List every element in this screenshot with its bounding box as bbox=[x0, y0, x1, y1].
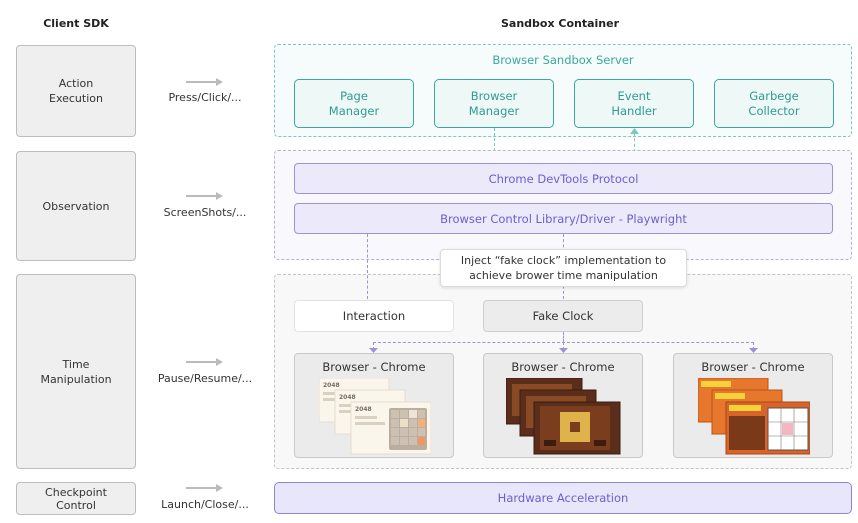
svg-text:2048: 2048 bbox=[355, 406, 372, 413]
game-2048-screenshots-image: 2048 2048 2048 bbox=[319, 378, 431, 455]
pause-resume-label: Pause/Resume/... bbox=[157, 372, 253, 385]
dungeon-game-screenshots-image bbox=[506, 378, 621, 455]
press-click-label: Press/Click/... bbox=[168, 91, 242, 104]
client-sdk-heading: Client SDK bbox=[43, 17, 109, 30]
screenshots-label: ScreenShots/... bbox=[163, 206, 247, 219]
observation-box: Observation bbox=[16, 151, 136, 261]
connector-line bbox=[367, 234, 368, 299]
svg-text:2048: 2048 bbox=[339, 394, 356, 401]
event-handler-box: Event Handler bbox=[574, 79, 694, 128]
browser-manager-box: Browser Manager bbox=[434, 79, 554, 128]
fake-clock-box: Fake Clock bbox=[483, 300, 643, 332]
browser-title: Browser - Chrome bbox=[511, 360, 615, 374]
connector-line bbox=[563, 332, 564, 342]
garbage-collector-box: Garbege Collector bbox=[714, 79, 834, 128]
browser-title: Browser - Chrome bbox=[701, 360, 805, 374]
time-manipulation-box: Time Manipulation bbox=[16, 274, 136, 469]
arrow-right-icon bbox=[186, 358, 223, 366]
arrow-right-icon bbox=[186, 192, 223, 200]
sudoku-game-screenshots-image bbox=[698, 378, 810, 455]
arrow-right-icon bbox=[186, 78, 223, 86]
interaction-box: Interaction bbox=[294, 300, 454, 332]
playwright-bar: Browser Control Library/Driver - Playwri… bbox=[294, 203, 833, 234]
fake-clock-note: Inject “fake clock” implementation to ac… bbox=[440, 249, 687, 287]
page-manager-box: Page Manager bbox=[294, 79, 414, 128]
browser-chrome-box-3: Browser - Chrome bbox=[673, 353, 833, 458]
browser-sandbox-server-title: Browser Sandbox Server bbox=[492, 53, 634, 67]
arrow-up-icon bbox=[630, 128, 639, 134]
svg-text:2048: 2048 bbox=[323, 382, 340, 389]
action-execution-box: Action Execution bbox=[16, 45, 136, 137]
checkpoint-control-box: Checkpoint Control bbox=[16, 482, 136, 515]
hardware-acceleration-bar: Hardware Acceleration bbox=[274, 482, 852, 514]
chrome-devtools-protocol-bar: Chrome DevTools Protocol bbox=[294, 163, 833, 194]
browser-title: Browser - Chrome bbox=[322, 360, 426, 374]
sandbox-container-heading: Sandbox Container bbox=[500, 17, 620, 30]
browser-chrome-box-1: Browser - Chrome 2048 2048 2048 bbox=[294, 353, 454, 458]
browser-chrome-box-2: Browser - Chrome bbox=[483, 353, 643, 458]
launch-close-label: Launch/Close/... bbox=[161, 498, 249, 511]
arrow-right-icon bbox=[186, 484, 223, 492]
